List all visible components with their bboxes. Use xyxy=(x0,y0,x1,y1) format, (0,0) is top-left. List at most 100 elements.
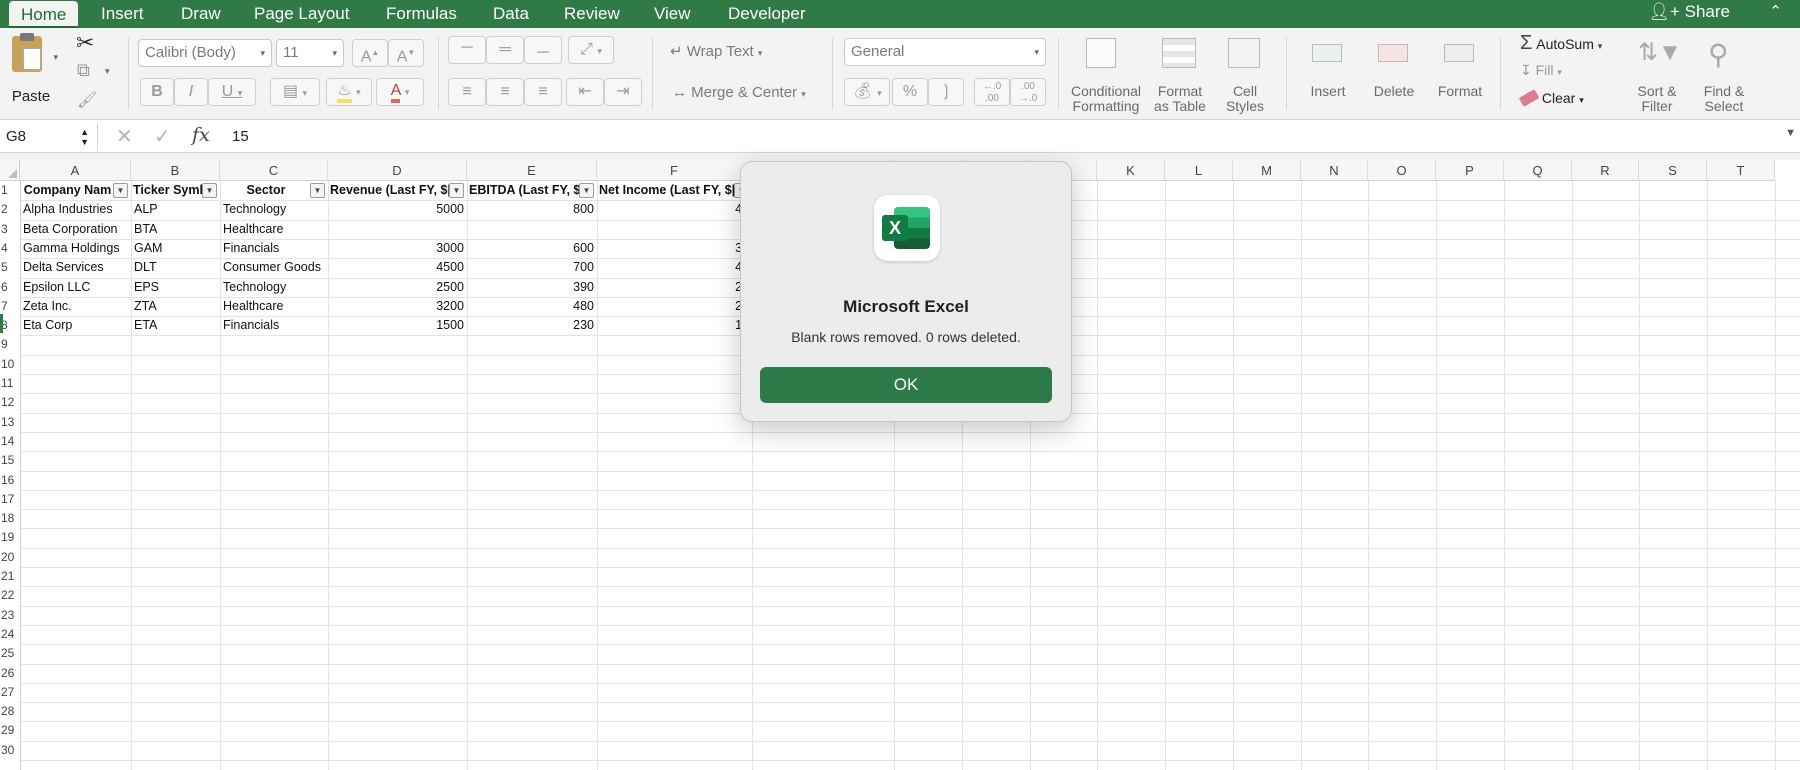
increase-indent-button[interactable]: ⇥ xyxy=(604,78,642,106)
column-header-a[interactable]: A xyxy=(20,160,131,181)
select-all-corner[interactable] xyxy=(0,160,20,181)
row-header-8[interactable]: 8 xyxy=(0,316,20,335)
row-header-25[interactable]: 25 xyxy=(0,644,20,663)
table-cell[interactable]: 5000 xyxy=(331,200,464,219)
table-cell[interactable]: 800 xyxy=(470,200,594,219)
wrap-text-button[interactable]: ↵ Wrap Text ▾ xyxy=(670,42,762,62)
row-header-5[interactable]: 5 xyxy=(0,258,20,277)
insert-function-icon[interactable]: fx xyxy=(192,124,210,146)
collapse-ribbon-icon[interactable]: ⌃ xyxy=(1769,0,1782,26)
filter-dropdown-icon[interactable]: ▼ xyxy=(310,183,325,198)
row-header-16[interactable]: 16 xyxy=(0,471,20,490)
font-size-dropdown[interactable]: 11 ▾ xyxy=(276,39,344,67)
column-header-n[interactable]: N xyxy=(1301,160,1368,181)
row-header-14[interactable]: 14 xyxy=(0,432,20,451)
table-cell[interactable]: 12 xyxy=(600,316,749,335)
row-header-18[interactable]: 18 xyxy=(0,509,20,528)
row-header-21[interactable]: 21 xyxy=(0,567,20,586)
table-cell[interactable]: 600 xyxy=(470,239,594,258)
column-header-q[interactable]: Q xyxy=(1504,160,1572,181)
table-cell[interactable]: ALP xyxy=(134,200,217,219)
table-cell[interactable]: Zeta Inc. xyxy=(23,297,128,316)
row-header-22[interactable]: 22 xyxy=(0,586,20,605)
table-cell[interactable]: Technology xyxy=(223,200,325,219)
table-cell[interactable]: Epsilon LLC xyxy=(23,278,128,297)
row-header-19[interactable]: 19 xyxy=(0,528,20,547)
formula-input[interactable]: 15 xyxy=(232,123,249,151)
row-header-17[interactable]: 17 xyxy=(0,490,20,509)
table-cell[interactable]: Healthcare xyxy=(223,220,325,239)
table-cell[interactable]: 2500 xyxy=(331,278,464,297)
filter-dropdown-icon[interactable]: ▼ xyxy=(579,183,594,198)
paste-dropdown-icon[interactable]: ▾ xyxy=(53,52,58,63)
borders-button[interactable]: ▤ ▾ xyxy=(270,78,320,106)
paste-button[interactable]: ▾ Paste xyxy=(6,33,62,112)
row-header-10[interactable]: 10 xyxy=(0,355,20,374)
table-cell[interactable]: Technology xyxy=(223,278,325,297)
increase-font-size-button[interactable]: A▲ xyxy=(352,39,388,67)
confirm-formula-icon[interactable]: ✓ xyxy=(154,124,171,149)
font-color-button[interactable]: A ▾ xyxy=(376,78,424,106)
table-cell[interactable]: Gamma Holdings xyxy=(23,239,128,258)
filter-dropdown-icon[interactable]: ▼ xyxy=(113,183,128,198)
format-as-table-button[interactable]: Format as Table xyxy=(1148,34,1212,114)
table-cell[interactable] xyxy=(600,220,749,239)
tab-review[interactable]: Review xyxy=(564,0,620,28)
column-header-f[interactable]: F xyxy=(597,160,752,181)
decrease-decimal-button[interactable]: .00 →.0 xyxy=(1010,78,1046,106)
table-cell[interactable]: 20 xyxy=(600,278,749,297)
share-button[interactable]: 👤︎+ Share xyxy=(1648,0,1730,26)
table-cell[interactable]: 35 xyxy=(600,239,749,258)
column-header-r[interactable]: R xyxy=(1572,160,1639,181)
filter-dropdown-icon[interactable]: ▼ xyxy=(449,183,464,198)
row-header-1[interactable]: 1 xyxy=(0,181,20,200)
orientation-button[interactable]: ⤢ ▾ xyxy=(568,36,614,64)
table-cell[interactable]: 3200 xyxy=(331,297,464,316)
row-header-11[interactable]: 11 xyxy=(0,374,20,393)
column-header-s[interactable]: S xyxy=(1639,160,1707,181)
column-header-m[interactable]: M xyxy=(1233,160,1301,181)
clear-button[interactable]: Clear ▾ xyxy=(1518,89,1584,110)
table-cell[interactable]: 45 xyxy=(600,200,749,219)
align-right-button[interactable]: ≡ xyxy=(524,78,562,106)
tab-insert[interactable]: Insert xyxy=(101,0,144,28)
table-cell[interactable]: Beta Corporation xyxy=(23,220,128,239)
merge-center-button[interactable]: ↔ Merge & Center ▾ xyxy=(672,84,806,104)
decrease-indent-button[interactable]: ⇤ xyxy=(566,78,604,106)
tab-data[interactable]: Data xyxy=(493,0,529,28)
table-cell[interactable]: Eta Corp xyxy=(23,316,128,335)
row-header-9[interactable]: 9 xyxy=(0,335,20,354)
row-header-20[interactable]: 20 xyxy=(0,548,20,567)
table-cell[interactable]: Consumer Goods xyxy=(223,258,325,277)
table-header-cell[interactable]: Sector xyxy=(222,181,310,200)
row-header-6[interactable]: 6 xyxy=(0,278,20,297)
sort-filter-button[interactable]: ⇅▼ Sort & Filter xyxy=(1626,34,1688,114)
underline-button[interactable]: U ▾ xyxy=(208,78,256,106)
column-header-o[interactable]: O xyxy=(1368,160,1436,181)
table-cell[interactable]: 3000 xyxy=(331,239,464,258)
table-header-cell[interactable]: Revenue (Last FY, $| xyxy=(330,181,449,200)
fill-button[interactable]: ↧ Fill ▾ xyxy=(1520,62,1562,82)
row-header-12[interactable]: 12 xyxy=(0,393,20,412)
column-header-e[interactable]: E xyxy=(467,160,597,181)
column-header-d[interactable]: D xyxy=(328,160,467,181)
table-cell[interactable]: ZTA xyxy=(134,297,217,316)
increase-decimal-button[interactable]: ←.0.00 xyxy=(974,78,1010,106)
row-header-24[interactable]: 24 xyxy=(0,625,20,644)
cut-icon[interactable]: ✂ xyxy=(76,30,94,56)
row-header-30[interactable]: 30 xyxy=(0,741,20,760)
delete-cells-button[interactable]: Delete xyxy=(1364,34,1424,114)
accounting-format-button[interactable]: 💰︎ ▾ xyxy=(844,78,890,106)
tab-home[interactable]: Home xyxy=(9,1,79,28)
percent-style-button[interactable]: % xyxy=(892,78,928,106)
number-format-dropdown[interactable]: General ▾ xyxy=(844,38,1046,66)
table-cell[interactable]: GAM xyxy=(134,239,217,258)
table-header-cell[interactable]: Ticker Symb xyxy=(133,181,202,200)
row-header-28[interactable]: 28 xyxy=(0,702,20,721)
column-header-c[interactable]: C xyxy=(220,160,328,181)
table-cell[interactable]: BTA xyxy=(134,220,217,239)
copy-dropdown-icon[interactable]: ▾ xyxy=(105,66,110,77)
table-cell[interactable]: 27 xyxy=(600,297,749,316)
autosum-button[interactable]: Σ AutoSum ▾ xyxy=(1520,32,1602,54)
row-header-23[interactable]: 23 xyxy=(0,606,20,625)
